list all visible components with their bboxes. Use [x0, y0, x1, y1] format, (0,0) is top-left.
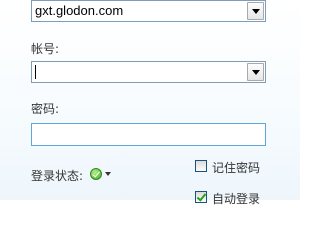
chevron-down-icon	[252, 70, 260, 75]
auto-login-checkbox[interactable]	[195, 191, 207, 203]
auto-login-label[interactable]: 自动登录	[212, 190, 260, 207]
account-combo[interactable]	[31, 61, 266, 83]
account-dropdown-button[interactable]	[247, 63, 264, 81]
checkmark-icon	[196, 191, 207, 202]
text-caret	[35, 65, 36, 79]
remember-password-checkbox[interactable]	[195, 160, 207, 172]
server-combo[interactable]: gxt.glodon.com	[31, 0, 266, 22]
login-status-label: 登录状态:	[31, 169, 84, 183]
online-check-icon[interactable]	[90, 168, 102, 180]
server-value: gxt.glodon.com	[35, 3, 124, 18]
account-label: 帐号:	[31, 42, 60, 56]
password-field[interactable]	[31, 123, 266, 146]
login-panel: gxt.glodon.com 帐号: 密码: 登录状态: 记住密码 自动登录	[0, 0, 300, 206]
server-dropdown-button[interactable]	[247, 2, 264, 20]
password-label: 密码:	[31, 102, 60, 116]
status-dropdown-arrow-icon[interactable]	[105, 172, 111, 176]
chevron-down-icon	[252, 9, 260, 14]
remember-password-label[interactable]: 记住密码	[212, 159, 260, 176]
